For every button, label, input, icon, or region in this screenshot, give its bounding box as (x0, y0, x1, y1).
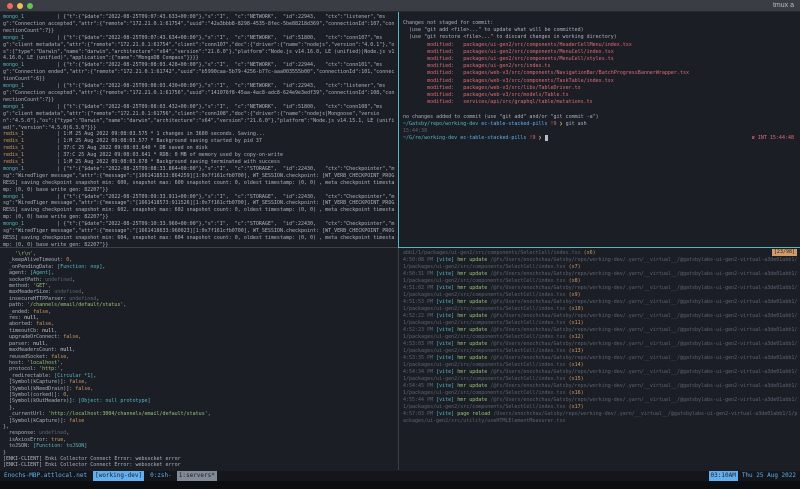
terminal-line: [ENKI-CLIENT] Enki Collector Connect Err… (3, 462, 181, 469)
terminal-line: 4:52:23 PM [vite] hmr update /@fs/Users/… (403, 327, 798, 340)
tmux-window: tmux a mongo_1 | {"t":{"$date":"2022-08-… (0, 0, 800, 489)
terminal-line: mongo_1 | {"t":{"$date":"2022-08-25T09:0… (3, 83, 395, 103)
copy-mode-position-indicator: [23/98] (771, 249, 797, 256)
terminal-line: (use "git add <file>..." to update what … (403, 27, 584, 34)
terminal-line: Changes not staged for commit: (403, 20, 494, 26)
terminal-line: modified: packages/web-v3/src/libs/Table… (403, 84, 581, 91)
status-window-servers[interactable]: 1:servers* (176, 471, 217, 481)
terminal-line: modified: packages/web-v3/src/models/Tab… (403, 92, 569, 99)
pane-node-error-logs[interactable]: '\r\n', _keepAliveTimeout: 0, _onPending… (0, 248, 398, 470)
terminal-line: modified: packages/ui-gen2/src/component… (403, 41, 632, 48)
terminal-line: modified: packages/ui-gen2/src/component… (403, 56, 614, 63)
pane-divider-vertical-active[interactable] (398, 12, 399, 248)
terminal-line: modified: packages/web-v3/src/components… (403, 70, 689, 77)
terminal-line: 4:52:22 PM [vite] hmr update /@fs/Users/… (403, 313, 798, 326)
terminal-line: mongo_1 | {"t":{"$date":"2022-08-25T09:0… (3, 103, 395, 131)
terminal-line: mongo_1 | {"t":{"$date":"2022-08-25T09:0… (3, 34, 395, 62)
terminal-line: 4:54:34 PM [vite] hmr update /@fs/Users/… (403, 369, 798, 382)
terminal-line: abb1/1/packages/ui-gen2/src/components/S… (403, 250, 596, 256)
pane-divider-horizontal-right-active[interactable] (399, 247, 800, 248)
pane-git-status[interactable]: Changes not staged for commit: (use "git… (399, 12, 800, 247)
status-hostname: Enochs-MBP.attlocal.net (4, 472, 88, 479)
terminal-line: 4:50:08 PM [vite] hmr update /@fs/Users/… (403, 257, 798, 270)
terminal-line: 4:50:31 PM [vite] hmr update /@fs/Users/… (403, 271, 798, 284)
terminal-line: 4:51:53 PM [vite] hmr update /@fs/Users/… (403, 299, 798, 312)
status-date: Thu 25 Aug 2022 (741, 472, 796, 479)
pane-divider-horizontal-left[interactable] (0, 247, 398, 248)
status-time-badge: 03:10AM (708, 471, 738, 481)
terminal-line: redis_1 | 1:M 25 Aug 2022 09:08:03.678 *… (3, 159, 280, 166)
terminal-line: mongo_1 | {"t":{"$date":"2022-08-25T09:1… (3, 221, 395, 247)
terminal-line: 4:54:45 PM [vite] hmr update /@fs/Users/… (403, 383, 798, 396)
zoom-button[interactable] (27, 3, 33, 9)
terminal-line: modified: packages/ui-gen2/src/component… (403, 48, 614, 55)
terminal-line: 4:55:44 PM [vite] hmr update /@fs/Users/… (403, 397, 798, 410)
terminal-line: 4:51:02 PM [vite] hmr update /@fs/Users/… (403, 285, 798, 298)
minimize-button[interactable] (17, 3, 23, 9)
terminal-line: 15:44:38 (403, 128, 428, 135)
terminal-line: (use "git restore <file>..." to discard … (403, 34, 617, 41)
terminal-line: redis_1 | 37:C 25 Aug 2022 09:08:03.640 … (3, 145, 208, 152)
terminal-line: mongo_1 | {"t":{"$date":"2022-08-25T09:0… (3, 165, 395, 193)
terminal-line: 4:53:03 PM [vite] hmr update /@fs/Users/… (403, 341, 798, 354)
window-title: tmux a (772, 2, 794, 9)
terminal-line: 4:57:03 PM [vite] page reload /Users/eno… (403, 411, 798, 424)
status-window-zsh[interactable]: 0:zsh- (150, 471, 172, 481)
window-bottom-edge (0, 481, 800, 489)
terminal-line: mongo_1 | {"t":{"$date":"2022-08-25T09:0… (3, 62, 395, 83)
terminal-line: ~/G/re/working-dev ec-table-stacked-pill… (403, 135, 794, 142)
close-button[interactable] (7, 3, 13, 9)
pane-docker-compose-logs[interactable]: mongo_1 | {"t":{"$date":"2022-08-25T09:0… (0, 12, 398, 247)
macos-titlebar: tmux a (0, 0, 800, 12)
terminal-line: ~/Gatsby/repo/working-dev ec-table-stack… (403, 120, 587, 127)
terminal-line: mongo_1 | {"t":{"$date":"2022-08-25T09:0… (3, 193, 395, 221)
terminal-line: mongo_1 | {"t":{"$date":"2022-08-25T09:0… (3, 14, 395, 34)
terminal-line: modified: packages/ui-gen2/src/index.ts (403, 63, 551, 70)
terminal-line: no changes added to commit (use "git add… (403, 113, 599, 120)
terminal-line: redis_1 | 1:M 25 Aug 2022 09:08:03.577 *… (3, 138, 262, 145)
terminal-line: modified: services/api/src/graphql/table… (403, 99, 593, 106)
terminal-line: modified: packages/web-v3/src/components… (403, 77, 614, 84)
status-session-badge: [working-dev] (93, 471, 145, 481)
terminal-line: redis_1 | 37:C 25 Aug 2022 09:08:03.641 … (3, 152, 283, 159)
block-cursor (544, 135, 548, 142)
pane-vite-logs[interactable]: abb1/1/packages/ui-gen2/src/components/S… (399, 248, 800, 470)
tmux-status-bar: Enochs-MBP.attlocal.net [working-dev] 0:… (0, 471, 800, 481)
traffic-lights (7, 3, 33, 9)
terminal-line: redis_1 | 1:M 25 Aug 2022 09:08:03.575 *… (3, 131, 265, 138)
terminal-line: 4:53:35 PM [vite] hmr update /@fs/Users/… (403, 355, 798, 368)
